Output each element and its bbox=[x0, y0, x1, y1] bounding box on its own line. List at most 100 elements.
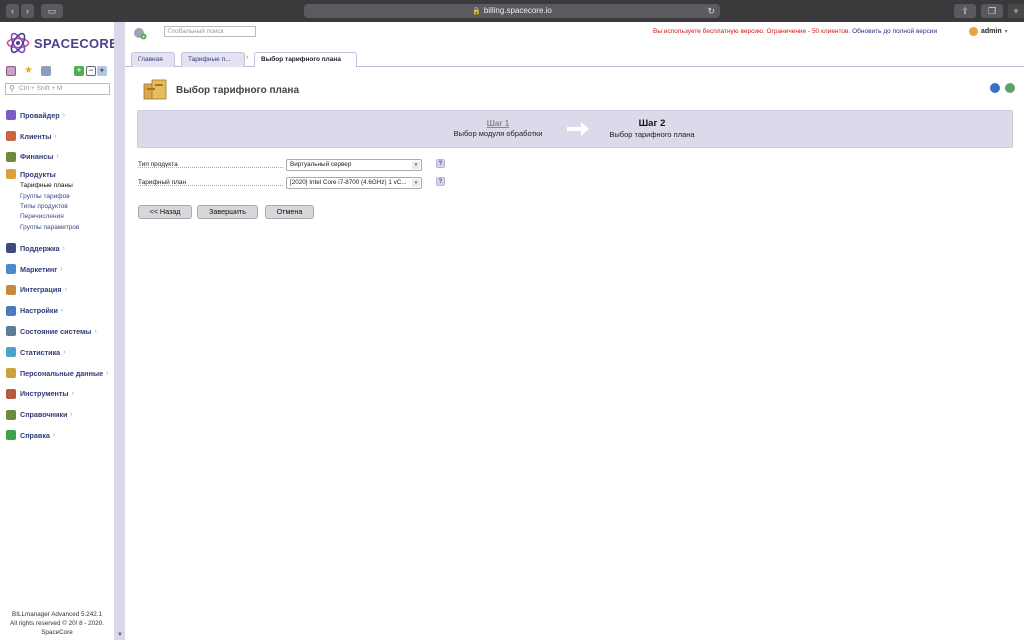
personal-data-icon bbox=[6, 368, 16, 379]
chevron-down-icon: ▾ bbox=[412, 161, 420, 169]
tab-plans[interactable]: Тарифные п...× bbox=[181, 52, 245, 76]
sidebar-item-marketing[interactable]: Маркетинг › bbox=[6, 259, 114, 280]
sidebar-menu: Провайдер › Клиенты › Финансы › Продукты Тарифн… bbox=[6, 105, 114, 446]
cancel-button[interactable]: Отмена bbox=[265, 205, 314, 219]
plan-select[interactable]: [2020] Intel Core i7-8700 (4.6GHz) 1 vC.… bbox=[286, 177, 422, 189]
sidebar-toggle-icon[interactable]: ▭ bbox=[41, 4, 63, 18]
sidebar-item-label: Интеграция bbox=[20, 285, 62, 295]
sidebar-item-references[interactable]: Справочники › bbox=[6, 404, 114, 425]
submenu-item[interactable]: Перечисления bbox=[20, 212, 114, 222]
share-icon[interactable]: ⇪ bbox=[954, 4, 976, 18]
chevron-right-icon: › bbox=[56, 153, 59, 161]
sidebar-item-help[interactable]: Справка › bbox=[6, 425, 114, 446]
sidebar-item-tools[interactable]: Инструменты › bbox=[6, 383, 114, 404]
pin-icon[interactable]: ✦ bbox=[97, 66, 107, 76]
step-1-title[interactable]: Шаг 1 bbox=[428, 119, 568, 128]
back-nav-button[interactable]: ‹ bbox=[6, 4, 19, 18]
chevron-right-icon: › bbox=[62, 111, 65, 119]
chevron-right-icon: › bbox=[63, 348, 66, 356]
submenu-item[interactable]: Группы тарифов bbox=[20, 192, 114, 202]
product-type-value: Виртуальный сервер bbox=[290, 161, 352, 168]
logo[interactable]: SPACECORE bbox=[6, 30, 118, 56]
tabs-overview-icon[interactable]: ❐ bbox=[981, 4, 1003, 18]
finance-icon bbox=[6, 151, 16, 162]
step-2-title: Шаг 2 bbox=[638, 118, 666, 129]
sidebar-item-personal-data[interactable]: Персональные данные › bbox=[6, 363, 114, 384]
marketing-icon bbox=[6, 264, 16, 275]
chevron-right-icon: › bbox=[64, 286, 67, 294]
address-bar[interactable]: 🔒 billing.spacecore.io ↻ bbox=[304, 4, 720, 18]
reload-icon[interactable]: ↻ bbox=[707, 4, 715, 18]
sidebar-item-label: Персональные данные bbox=[20, 368, 104, 378]
refresh-icon[interactable] bbox=[990, 83, 1000, 93]
integration-icon bbox=[6, 284, 16, 295]
sidebar-item-system-state[interactable]: Состояние системы › bbox=[6, 321, 114, 342]
sidebar-search-input[interactable]: ⚲ Ctrl + Shift + M bbox=[5, 83, 110, 95]
plan-label: Тарифный план bbox=[138, 179, 283, 186]
sidebar-item-integration[interactable]: Интеграция › bbox=[6, 279, 114, 300]
globe-plus-icon[interactable]: + bbox=[133, 26, 147, 40]
page-actions bbox=[990, 83, 1015, 93]
upgrade-link[interactable]: Обновить до полной версии bbox=[852, 28, 937, 35]
product-type-select[interactable]: Виртуальный сервер ▾ bbox=[286, 159, 422, 171]
url-text: billing.spacecore.io bbox=[483, 6, 552, 15]
step-1-subtitle: Выбор модуля обработки bbox=[453, 129, 543, 138]
sidebar-footer: BILLmanager Advanced 5.242.1 All rights … bbox=[0, 610, 114, 637]
tab-separator-icon: › bbox=[246, 54, 249, 61]
statistics-icon bbox=[6, 347, 16, 358]
lock-icon: 🔒 bbox=[472, 8, 481, 15]
sidebar-item-finance[interactable]: Финансы › bbox=[6, 147, 114, 168]
company-text: SpaceCore bbox=[41, 629, 73, 636]
sidebar-item-clients[interactable]: Клиенты › bbox=[6, 126, 114, 147]
sidebar-item-label: Статистика bbox=[20, 347, 61, 357]
sidebar-search-placeholder: Ctrl + Shift + M bbox=[19, 85, 63, 92]
tab-label: Главная bbox=[138, 56, 163, 63]
submenu-item[interactable]: Группы параметров bbox=[20, 223, 114, 233]
expand-all-icon[interactable]: + bbox=[74, 66, 84, 76]
menu-view-icon[interactable] bbox=[6, 66, 16, 76]
tab-label: Тарифные п... bbox=[188, 56, 231, 63]
back-button[interactable]: << Назад bbox=[138, 205, 192, 219]
user-menu[interactable]: admin ▾ bbox=[969, 27, 1008, 36]
wizard-step-1[interactable]: Шаг 1 Выбор модуля обработки bbox=[428, 119, 568, 138]
question-icon[interactable]: ? bbox=[436, 177, 445, 186]
tab-home[interactable]: Главная bbox=[131, 52, 175, 67]
plan-value: [2020] Intel Core i7-8700 (4.6GHz) 1 vC.… bbox=[290, 179, 407, 186]
finish-button[interactable]: Завершить bbox=[197, 205, 258, 219]
help-globe-icon[interactable] bbox=[1005, 83, 1015, 93]
top-bar: + Глобальный поиск Вы используете беспла… bbox=[125, 22, 1024, 50]
sidebar-item-label: Справочники bbox=[20, 410, 68, 420]
submenu-item[interactable]: Типы продуктов bbox=[20, 202, 114, 212]
camera-icon[interactable] bbox=[41, 66, 51, 76]
forward-nav-button[interactable]: › bbox=[21, 4, 34, 18]
chevron-right-icon: › bbox=[60, 307, 64, 315]
sidebar-item-products[interactable]: Продукты bbox=[6, 167, 114, 181]
favorites-star-icon[interactable]: ★ bbox=[24, 66, 34, 76]
question-icon[interactable]: ? bbox=[436, 159, 445, 168]
wizard-step-2: Шаг 2 Выбор тарифного плана bbox=[582, 118, 722, 139]
sidebar-item-label: Состояние системы bbox=[20, 326, 92, 336]
step-2-subtitle: Выбор тарифного плана bbox=[609, 130, 695, 139]
sidebar-item-settings[interactable]: Настройки › bbox=[6, 300, 114, 321]
sidebar-item-support[interactable]: Поддержка › bbox=[6, 238, 114, 259]
global-search-input[interactable]: Глобальный поиск bbox=[164, 26, 256, 37]
new-tab-icon[interactable]: + bbox=[1008, 4, 1024, 18]
scroll-down-icon[interactable]: ▼ bbox=[117, 632, 123, 638]
license-warning: Вы используете бесплатную версию. Ограни… bbox=[653, 28, 937, 35]
svg-text:+: + bbox=[141, 35, 145, 41]
collapse-all-icon[interactable]: − bbox=[86, 66, 96, 76]
tab-select-plan[interactable]: Выбор тарифного плана× bbox=[254, 52, 357, 76]
user-name: admin bbox=[981, 28, 1002, 35]
chevron-right-icon: › bbox=[52, 431, 56, 439]
support-icon bbox=[6, 243, 16, 254]
chevron-right-icon: › bbox=[106, 369, 109, 377]
page-title: Выбор тарифного плана bbox=[176, 85, 300, 96]
sidebar-item-statistics[interactable]: Статистика › bbox=[6, 342, 114, 363]
product-type-field: Тип продукта Виртуальный сервер ▾ ? bbox=[138, 159, 445, 171]
sidebar-item-label: Финансы bbox=[20, 152, 54, 162]
sidebar-item-label: Продукты bbox=[20, 169, 56, 179]
sidebar-item-provider[interactable]: Провайдер › bbox=[6, 105, 114, 126]
user-avatar-icon bbox=[969, 27, 978, 36]
submenu-item[interactable]: Тарифные планы bbox=[20, 181, 114, 191]
sidebar-scrollbar[interactable]: ▼ bbox=[114, 22, 125, 640]
